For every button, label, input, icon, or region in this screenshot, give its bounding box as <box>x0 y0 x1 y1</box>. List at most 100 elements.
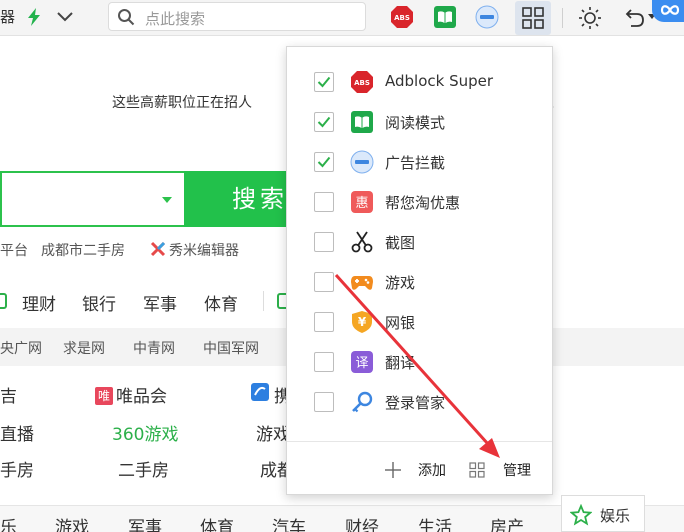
panel-item-label: 游戏 <box>385 274 416 292</box>
content-link[interactable]: 吉 <box>0 382 17 407</box>
corner-badge[interactable] <box>652 0 684 22</box>
plus-icon[interactable] <box>384 461 402 479</box>
extensions-panel: ABS Adblock Super 阅读模式 广告拦截 惠 帮您淘优惠 截图 游… <box>286 46 553 495</box>
category-link[interactable]: 游戏 <box>55 513 89 532</box>
content-link[interactable]: 二手房 <box>118 456 169 481</box>
nav-link[interactable]: 银行 <box>82 290 116 315</box>
grid-icon <box>522 7 544 29</box>
translate-glyph: 译 <box>355 356 368 371</box>
chevron-down-icon[interactable] <box>55 8 75 24</box>
panel-divider <box>287 441 552 442</box>
panel-item-label: 阅读模式 <box>385 114 446 132</box>
extensions-grid-button[interactable] <box>515 1 551 35</box>
checkbox[interactable] <box>314 392 334 412</box>
checkbox[interactable] <box>314 232 334 252</box>
toolbar-search-box[interactable]: 点此搜索 <box>108 2 366 31</box>
ad-block-icon[interactable] <box>475 5 499 29</box>
category-link[interactable]: 房产 <box>490 513 524 532</box>
nav-link[interactable]: 军事 <box>143 290 177 315</box>
panel-item-read-mode[interactable]: 阅读模式 <box>287 102 552 142</box>
category-link[interactable]: 汽车 <box>272 513 306 532</box>
quick-link[interactable]: 成都市二手房 <box>41 240 125 260</box>
category-link[interactable]: 财经 <box>345 513 379 532</box>
panel-item-netbank[interactable]: ¥ 网银 <box>287 302 552 342</box>
panel-item-coupon[interactable]: 惠 帮您淘优惠 <box>287 182 552 222</box>
site-link[interactable]: 中国军网 <box>203 338 259 358</box>
checkbox[interactable] <box>314 272 334 292</box>
entertainment-button[interactable]: 娱乐 <box>561 495 645 532</box>
panel-item-adblock-super[interactable]: ABS Adblock Super <box>287 62 552 102</box>
panel-item-label: 广告拦截 <box>385 154 446 172</box>
key-icon <box>352 391 373 413</box>
panel-item-ad-block[interactable]: 广告拦截 <box>287 142 552 182</box>
manage-button[interactable]: 管理 <box>503 460 531 480</box>
abs-badge-text: ABS <box>394 14 410 22</box>
read-mode-icon[interactable] <box>433 5 457 29</box>
panel-item-label: 登录管家 <box>385 394 446 412</box>
site-link[interactable]: 中青网 <box>133 338 175 358</box>
xiumi-icon <box>150 241 166 257</box>
panel-item-label: 翻译 <box>385 354 416 372</box>
undo-icon[interactable] <box>622 6 646 30</box>
abs-icon: ABS <box>351 71 373 93</box>
search-dropdown-caret-icon[interactable] <box>162 197 172 203</box>
coupon-icon: 惠 <box>351 191 373 213</box>
checkbox[interactable] <box>314 152 334 172</box>
abs-badge-text: ABS <box>354 79 370 87</box>
grid-icon[interactable] <box>469 462 485 478</box>
category-link[interactable]: 生活 <box>418 513 452 532</box>
gamepad-icon <box>351 276 373 290</box>
vip-link[interactable]: 唯唯品会 <box>95 382 167 407</box>
checkbox[interactable] <box>314 352 334 372</box>
bank-glyph: ¥ <box>358 315 367 329</box>
abs-icon[interactable]: ABS <box>390 5 414 29</box>
read-mode-icon <box>351 111 373 133</box>
checkbox[interactable] <box>314 192 334 212</box>
coupon-glyph: 惠 <box>355 196 368 211</box>
add-button[interactable]: 添加 <box>418 460 446 480</box>
content-link[interactable]: 手房 <box>0 456 34 481</box>
brightness-icon[interactable] <box>578 6 602 30</box>
category-link[interactable]: 体育 <box>200 513 234 532</box>
check-icon <box>317 76 331 88</box>
search-placeholder: 点此搜索 <box>145 10 206 28</box>
nav-link[interactable]: 理财 <box>22 290 56 315</box>
bank-shield-icon: ¥ <box>352 311 372 333</box>
search-icon <box>118 9 135 26</box>
ctrip-icon <box>251 383 269 401</box>
panel-item-login-manager[interactable]: 登录管家 <box>287 382 552 422</box>
main-search-input[interactable] <box>0 171 184 227</box>
vip-link-label: 唯品会 <box>116 387 167 407</box>
quick-link[interactable]: 平台 <box>0 240 28 260</box>
nav-link[interactable]: 体育 <box>204 290 238 315</box>
checkbox[interactable] <box>314 72 334 92</box>
translate-icon: 译 <box>351 351 373 373</box>
star-icon <box>570 504 592 526</box>
panel-item-label: 网银 <box>385 314 416 332</box>
nav-partial-icon <box>0 293 7 309</box>
panel-item-label: Adblock Super <box>385 72 494 90</box>
check-icon <box>317 156 331 168</box>
main-search-button[interactable]: 搜索 <box>184 171 294 227</box>
checkbox[interactable] <box>314 112 334 132</box>
panel-item-games[interactable]: 游戏 <box>287 262 552 302</box>
toolbar-partial-text: 器 <box>0 8 16 26</box>
site-link[interactable]: 求是网 <box>63 338 105 358</box>
category-link[interactable]: 军事 <box>128 513 162 532</box>
entertainment-label: 娱乐 <box>600 507 631 525</box>
category-link[interactable]: 乐 <box>0 513 17 532</box>
job-notice-link[interactable]: 这些高薪职位正在招人 <box>112 92 252 112</box>
vip-badge-icon: 唯 <box>95 387 113 405</box>
lightning-icon[interactable] <box>25 7 43 27</box>
checkbox[interactable] <box>314 312 334 332</box>
scissors-icon <box>351 231 373 253</box>
content-link[interactable]: 游戏 <box>256 420 290 445</box>
nav-divider <box>263 291 264 311</box>
panel-item-translate[interactable]: 译 翻译 <box>287 342 552 382</box>
site-link[interactable]: 央广网 <box>0 338 42 358</box>
content-link[interactable]: 360游戏 <box>112 420 178 445</box>
quick-link[interactable]: 秀米编辑器 <box>169 240 239 260</box>
panel-item-screenshot[interactable]: 截图 <box>287 222 552 262</box>
check-icon <box>317 116 331 128</box>
content-link[interactable]: 直播 <box>0 420 34 445</box>
